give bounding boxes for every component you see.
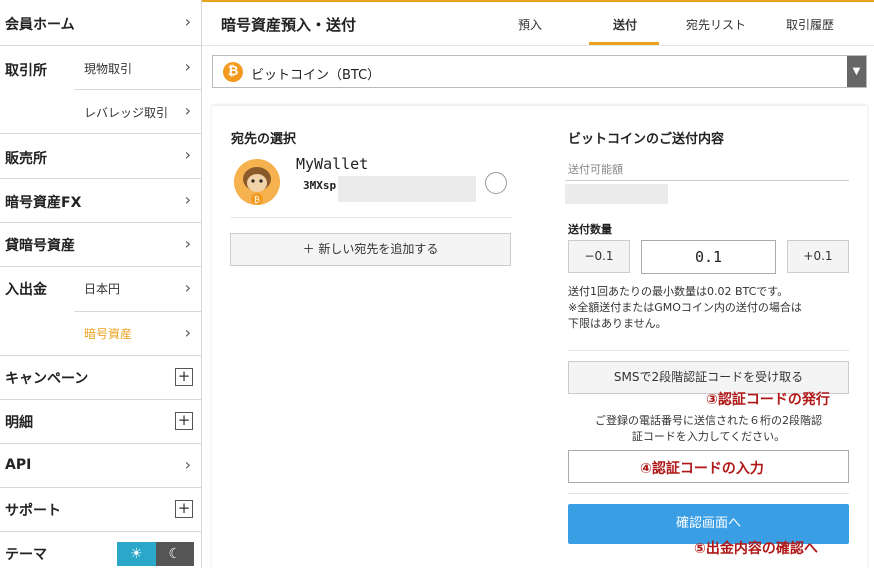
header: 暗号資産預入・送付 預入 送付 宛先リスト 取引履歴 [202, 2, 874, 46]
sidebar-item-label: 取引所 [5, 63, 47, 79]
sidebar-item-crypto-fx[interactable]: 暗号資産FX › [0, 179, 201, 223]
plus-box-icon: + [175, 500, 193, 518]
sidebar: 会員ホーム › 取引所 現物取引 › レバレッジ取引 › 販売所 › 暗号資産F… [0, 0, 202, 568]
note-line: 下限はありません。 [568, 317, 667, 330]
wallet-radio[interactable] [485, 172, 507, 194]
active-tab-indicator [589, 42, 659, 45]
sidebar-item-label: キャンペーン [5, 371, 89, 387]
available-amount-redaction [565, 184, 668, 204]
plus-box-icon: + [175, 412, 193, 430]
sidebar-item-label: 暗号資産 [84, 327, 133, 341]
note-line: ご登録の電話番号に送信された６桁の2段階認 [595, 414, 822, 427]
sidebar-item-lending[interactable]: 貸暗号資産 › [0, 223, 201, 267]
tab-send[interactable]: 送付 [613, 16, 637, 33]
note-line: ※全額送付またはGMOコイン内の送付の場合は [568, 301, 802, 314]
min-quantity-note: 送付1回あたりの最小数量は0.02 BTCです。 ※全額送付またはGMOコイン内… [568, 284, 858, 332]
chevron-right-icon: › [184, 145, 191, 164]
decrease-button[interactable]: −0.1 [568, 240, 630, 273]
note-line: 証コードを入力してください。 [631, 430, 786, 443]
sidebar-item-label: 明細 [5, 415, 33, 431]
annotation-step4: ④認証コードの入力 [640, 461, 764, 477]
chevron-right-icon: › [184, 234, 191, 253]
quantity-input[interactable]: 0.1 [641, 240, 776, 274]
sidebar-item-api[interactable]: API › [0, 444, 201, 488]
sidebar-item-label: 貸暗号資産 [5, 238, 75, 254]
chevron-right-icon: › [184, 190, 191, 209]
sidebar-item-label: 入出金 [5, 282, 47, 298]
chevron-right-icon: › [184, 57, 191, 76]
sidebar-item-jpy[interactable]: 日本円 › [74, 267, 201, 312]
bitcoin-icon: ₿ [223, 62, 243, 82]
divider [565, 180, 849, 181]
sidebar-item-label: 暗号資産FX [5, 195, 82, 211]
sidebar-item-spot[interactable]: 現物取引 › [74, 46, 201, 90]
send-panel: 宛先の選択 ₿ MyWallet 3MXsp ＋ 新しい宛先を追加する ビットコ… [212, 105, 867, 568]
quantity-label: 送付数量 [568, 223, 612, 236]
divider [568, 350, 849, 351]
sun-icon[interactable]: ☀ [117, 542, 156, 566]
divider [231, 217, 512, 218]
tab-deposit[interactable]: 預入 [518, 16, 542, 33]
sidebar-item-label: 販売所 [5, 151, 47, 167]
annotation-step5: ⑤出金内容の確認へ [694, 541, 818, 557]
wallet-address: 3MXsp [303, 179, 337, 192]
moon-icon[interactable]: ☾ [155, 542, 194, 566]
sidebar-item-label: 会員ホーム [5, 17, 75, 33]
sidebar-item-sales[interactable]: 販売所 › [0, 134, 201, 179]
sidebar-item-label: API [5, 457, 32, 473]
coin-select-value: ビットコイン（BTC） [251, 68, 381, 83]
sidebar-item-label: 日本円 [84, 282, 121, 296]
plus-box-icon: + [175, 368, 193, 386]
chevron-right-icon: › [184, 12, 191, 31]
wallet-avatar: ₿ [234, 159, 280, 205]
chevron-right-icon: › [184, 278, 191, 297]
send-details-title: ビットコインのご送付内容 [568, 132, 725, 147]
annotation-step3: ③認証コードの発行 [706, 392, 830, 408]
sidebar-item-member-home[interactable]: 会員ホーム › [0, 0, 201, 46]
theme-toggle[interactable]: ☀ ☾ [117, 542, 194, 566]
sidebar-item-statement[interactable]: 明細 + [0, 400, 201, 444]
coin-select[interactable]: ₿ ビットコイン（BTC） ▼ [212, 55, 867, 88]
chevron-right-icon: › [184, 455, 191, 474]
chevron-right-icon: › [184, 323, 191, 342]
sidebar-item-label: サポート [5, 503, 61, 519]
sidebar-item-label: 現物取引 [84, 62, 133, 76]
dropdown-arrow-icon[interactable]: ▼ [847, 56, 866, 87]
address-redaction [338, 176, 476, 202]
sidebar-item-label: レバレッジ取引 [84, 106, 169, 120]
sms-note: ご登録の電話番号に送信された６桁の2段階認 証コードを入力してください。 [568, 413, 849, 445]
sidebar-item-label: テーマ [5, 547, 47, 563]
sidebar-item-leverage[interactable]: レバレッジ取引 › [74, 90, 201, 134]
divider [568, 493, 849, 494]
sidebar-item-campaign[interactable]: キャンペーン + [0, 356, 201, 400]
wallet-name: MyWallet [296, 155, 369, 173]
destination-title: 宛先の選択 [231, 132, 297, 147]
add-destination-button[interactable]: ＋ 新しい宛先を追加する [230, 233, 511, 266]
sidebar-item-support[interactable]: サポート + [0, 488, 201, 532]
sidebar-item-crypto[interactable]: 暗号資産 › [74, 312, 201, 356]
tab-address-list[interactable]: 宛先リスト [686, 16, 746, 33]
note-line: 送付1回あたりの最小数量は0.02 BTCです。 [568, 285, 789, 298]
svg-text:₿: ₿ [254, 196, 260, 205]
available-label: 送付可能額 [568, 163, 623, 176]
chevron-right-icon: › [184, 101, 191, 120]
tab-history[interactable]: 取引履歴 [786, 16, 834, 33]
increase-button[interactable]: +0.1 [787, 240, 849, 273]
page-title: 暗号資産預入・送付 [221, 16, 357, 34]
